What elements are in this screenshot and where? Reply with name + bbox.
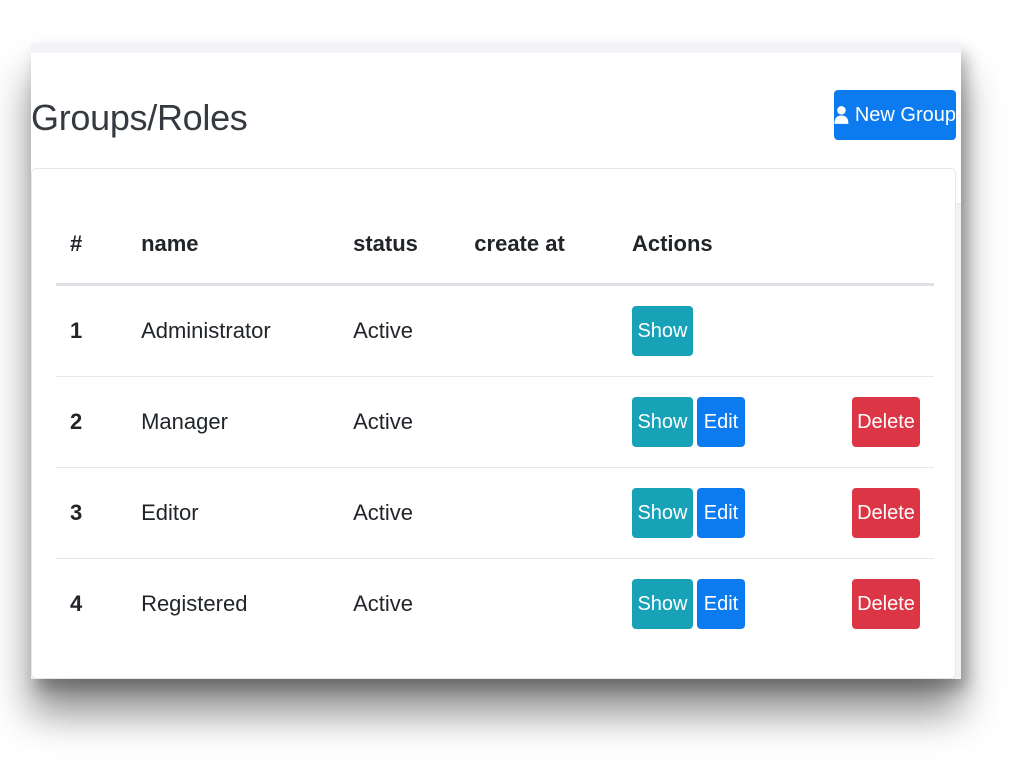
row-number: 3 <box>56 467 128 559</box>
row-status: Active <box>339 376 461 468</box>
row-delete-cell: Delete <box>838 467 934 559</box>
show-button[interactable]: Show <box>631 397 693 447</box>
row-status: Active <box>353 591 414 616</box>
table-header-row: # name status create at Actions <box>56 205 934 286</box>
delete-button[interactable]: Delete <box>852 579 920 629</box>
table-row: 4 Registered Active Show Edit Delete <box>56 559 934 650</box>
app-window: Groups/Roles New Group # name status cre… <box>31 43 961 679</box>
column-header-name: name <box>127 205 340 286</box>
column-header-actions: Actions <box>617 205 838 286</box>
row-actions: Show Edit <box>617 467 838 559</box>
row-number: 1 <box>56 284 128 377</box>
row-actions: Show Edit <box>617 376 838 468</box>
row-status: Active <box>339 467 461 559</box>
groups-card: # name status create at Actions 1 Admini… <box>31 168 956 679</box>
column-header-create-at: create at <box>460 205 618 286</box>
row-delete-cell: Delete <box>838 376 934 468</box>
row-name: Administrator <box>127 284 340 377</box>
row-number: 4 <box>70 591 83 616</box>
row-status: Active <box>339 284 461 377</box>
row-number: 2 <box>56 376 128 468</box>
page-title: Groups/Roles <box>31 97 248 138</box>
row-create-at <box>460 467 618 559</box>
table-row: 2 Manager Active Show Edit Delete <box>56 376 934 468</box>
row-delete-cell: Delete <box>838 559 934 650</box>
show-button[interactable]: Show <box>631 306 693 356</box>
row-actions: Show Edit <box>618 559 838 650</box>
new-group-label: New Group <box>854 103 956 126</box>
table-row: 1 Administrator Active Show <box>56 284 934 377</box>
edit-button[interactable]: Edit <box>696 488 745 538</box>
show-button[interactable]: Show <box>631 579 693 629</box>
row-name: Registered <box>141 591 248 616</box>
table-row: 3 Editor Active Show Edit Delete <box>56 467 934 559</box>
delete-button[interactable]: Delete <box>852 397 920 447</box>
column-header-delete <box>838 205 934 286</box>
row-create-at <box>460 284 618 377</box>
show-button[interactable]: Show <box>631 488 693 538</box>
column-header-status: status <box>339 205 461 286</box>
new-group-button[interactable]: New Group <box>834 90 956 140</box>
row-delete-cell <box>838 284 934 377</box>
row-actions: Show <box>617 284 838 377</box>
edit-button[interactable]: Edit <box>696 397 745 447</box>
user-icon <box>834 106 849 124</box>
row-create-at <box>460 559 618 650</box>
row-name: Editor <box>127 467 340 559</box>
edit-button[interactable]: Edit <box>696 579 745 629</box>
row-name: Manager <box>127 376 340 468</box>
column-header-number: # <box>56 205 128 286</box>
row-create-at <box>460 376 618 468</box>
delete-button[interactable]: Delete <box>852 488 920 538</box>
groups-table: # name status create at Actions 1 Admini… <box>56 205 934 649</box>
